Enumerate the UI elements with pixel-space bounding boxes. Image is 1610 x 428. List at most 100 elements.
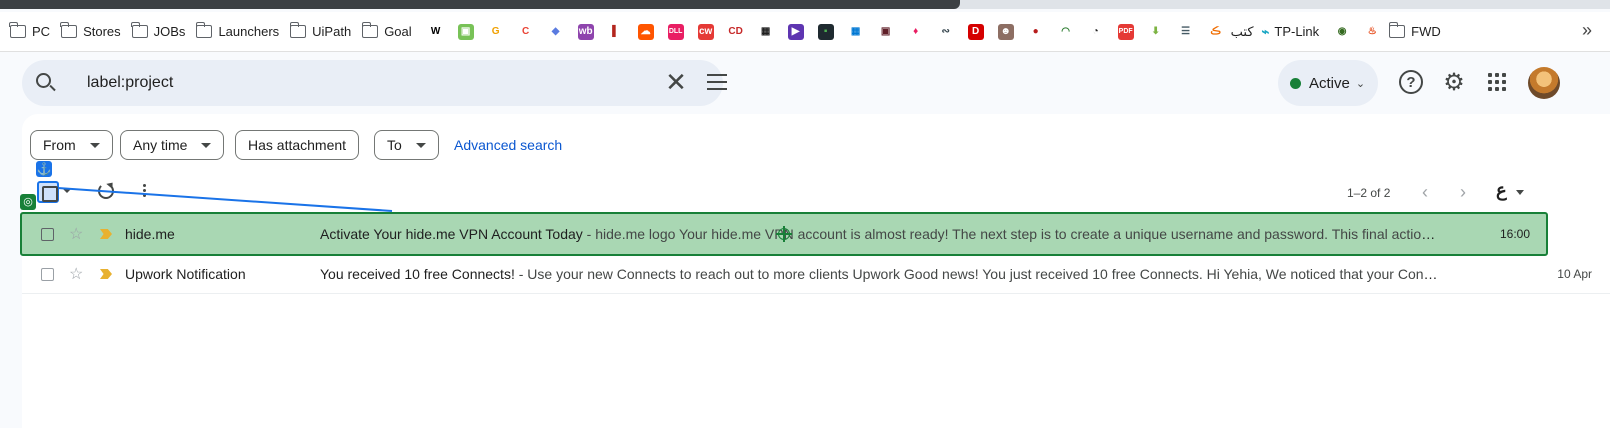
advanced-search-link[interactable]: Advanced search (454, 137, 562, 153)
bookmark-folder-label: UiPath (312, 24, 352, 39)
gear-icon[interactable]: ⚙ (1442, 69, 1466, 96)
email-subject: You received 10 free Connects! (320, 266, 515, 282)
filter-to[interactable]: To (374, 130, 439, 160)
row-checkbox[interactable] (41, 227, 54, 241)
bookmark-folder[interactable]: Goal (360, 18, 420, 46)
android-icon[interactable]: ▣ (457, 23, 474, 40)
tab-strip (0, 0, 960, 9)
bookmark-tplink-label: TP-Link (1274, 24, 1320, 39)
filter-has-attachment[interactable]: Has attachment (235, 130, 360, 160)
input-language-icon[interactable]: ع (1496, 180, 1507, 201)
avatar[interactable] (1528, 67, 1560, 99)
email-subject-line: Activate Your hide.me VPN Account Today … (320, 226, 1438, 242)
folder-icon (1388, 22, 1406, 38)
email-sender: Upwork Notification (125, 266, 246, 282)
bookmark-red-icon[interactable]: ▌ (607, 23, 624, 40)
chevron-down-icon: ⌄ (1355, 77, 1366, 90)
cd-icon[interactable]: CD (727, 23, 744, 40)
wb-icon[interactable]: wb (577, 23, 594, 40)
bookmark-folder-label: FWD (1411, 24, 1441, 39)
flame-icon[interactable]: ♦ (907, 23, 924, 40)
pagination-range: 1–2 of 2 (1347, 186, 1391, 200)
select-caret-icon[interactable] (63, 189, 71, 193)
apps-grid-icon[interactable] (1485, 70, 1509, 94)
folder-icon (60, 22, 78, 38)
previous-page-icon[interactable]: ‹ (1422, 182, 1428, 203)
filter-from-label: From (43, 137, 76, 153)
fire-icon[interactable]: ♨ (1364, 23, 1381, 40)
anchor-icon: ⚓ (36, 161, 52, 177)
cw-icon[interactable]: cw (697, 23, 714, 40)
caret-down-icon[interactable] (1516, 190, 1524, 195)
bookmark-folder[interactable]: UiPath (288, 18, 360, 46)
bookmark-tplink[interactable]: ⌁ TP-Link (1262, 24, 1320, 40)
document-icon[interactable]: ☰ (1177, 23, 1194, 40)
bookmark-folder[interactable]: Launchers (194, 18, 288, 46)
folder-icon (9, 22, 26, 38)
status-label: Active (1309, 74, 1350, 92)
badge-icon[interactable]: ◉ (1334, 23, 1351, 40)
bookmark-folder[interactable]: FWD (1387, 18, 1450, 46)
pdf-jpg-icon[interactable]: PDF (1117, 23, 1134, 40)
search-input[interactable]: label:project (87, 74, 173, 92)
folder-icon (361, 22, 379, 38)
search-icon[interactable] (36, 73, 51, 88)
email-date: 10 Apr (1557, 267, 1592, 281)
qr-icon[interactable]: ▦ (757, 23, 774, 40)
sketch-icon[interactable]: ∾ (937, 23, 954, 40)
rainbow-icon[interactable]: ◠ (1057, 23, 1074, 40)
star-icon[interactable]: ☆ (69, 224, 83, 244)
portrait-icon[interactable]: ☻ (997, 23, 1014, 40)
next-page-icon[interactable]: › (1460, 182, 1466, 203)
folder-icon (289, 22, 307, 38)
search-options-icon[interactable] (706, 72, 728, 92)
important-marker-icon[interactable] (100, 229, 112, 239)
drop-icon[interactable]: ◆ (547, 23, 564, 40)
bookmark-folder[interactable]: PC (8, 18, 59, 46)
bookmark-folder-label: Stores (83, 24, 121, 39)
filter-any-time[interactable]: Any time (120, 130, 225, 160)
email-snippet: - Use your new Connects to reach out to … (514, 266, 1438, 282)
refresh-icon[interactable] (98, 183, 114, 199)
bookmarks-overflow-icon[interactable]: » (1582, 20, 1592, 41)
d-icon[interactable]: D (967, 23, 984, 40)
microsoft-icon[interactable]: ▦ (847, 23, 864, 40)
status-selector[interactable]: Active ⌄ (1278, 60, 1378, 106)
bookmark-folder-label: Launchers (218, 24, 280, 39)
dll-icon[interactable]: DLL (667, 23, 684, 40)
clear-search-icon[interactable]: ✕ (662, 68, 690, 96)
email-snippet: - hide.me logo Your hide.me VPN account … (582, 226, 1438, 242)
bookmark-folder[interactable]: Stores (59, 18, 130, 46)
bookmark-link-kutub[interactable]: كتب (1231, 24, 1254, 40)
more-options-icon[interactable] (143, 184, 147, 197)
star-icon[interactable]: ☆ (69, 264, 83, 284)
important-marker-icon[interactable] (100, 269, 112, 279)
soundcloud-icon[interactable]: ☁ (637, 23, 654, 40)
wikipedia-icon[interactable]: W (427, 23, 444, 40)
grammarly-icon[interactable]: C (517, 23, 534, 40)
play-icon[interactable]: ▶ (787, 23, 804, 40)
search-bar[interactable]: label:project ✕ (22, 60, 727, 106)
filter-from[interactable]: From (30, 130, 113, 160)
filter-any-time-label: Any time (133, 137, 188, 153)
caret-down-icon (415, 142, 426, 148)
folder-icon (195, 22, 213, 38)
bookmark-folder[interactable]: JOBs (130, 18, 195, 46)
speed-icon[interactable]: ◔ (1087, 23, 1104, 40)
arabic-s-icon[interactable]: ڪ (1207, 23, 1224, 40)
email-row[interactable]: ☆ Upwork Notification You received 10 fr… (22, 255, 1610, 294)
email-sender: hide.me (125, 226, 175, 242)
select-all-checkbox[interactable] (37, 181, 59, 203)
download-icon[interactable]: ⬇ (1147, 23, 1164, 40)
mask-icon[interactable]: ● (1027, 23, 1044, 40)
caret-down-icon (201, 142, 212, 148)
terminal-icon[interactable]: ▪ (817, 23, 834, 40)
save-icon[interactable]: ▣ (877, 23, 894, 40)
row-checkbox[interactable] (41, 267, 54, 281)
folder-icon (131, 22, 148, 38)
help-icon[interactable]: ? (1399, 70, 1423, 94)
bookmarks-bar: PC Stores JOBs Launchers UiPath Goal W ▣ G C ◆ wb ▌ ☁… (0, 12, 1610, 52)
g-icon[interactable]: G (487, 23, 504, 40)
email-date: 16:00 (1499, 227, 1530, 241)
bookmark-folder-label: PC (32, 24, 51, 39)
